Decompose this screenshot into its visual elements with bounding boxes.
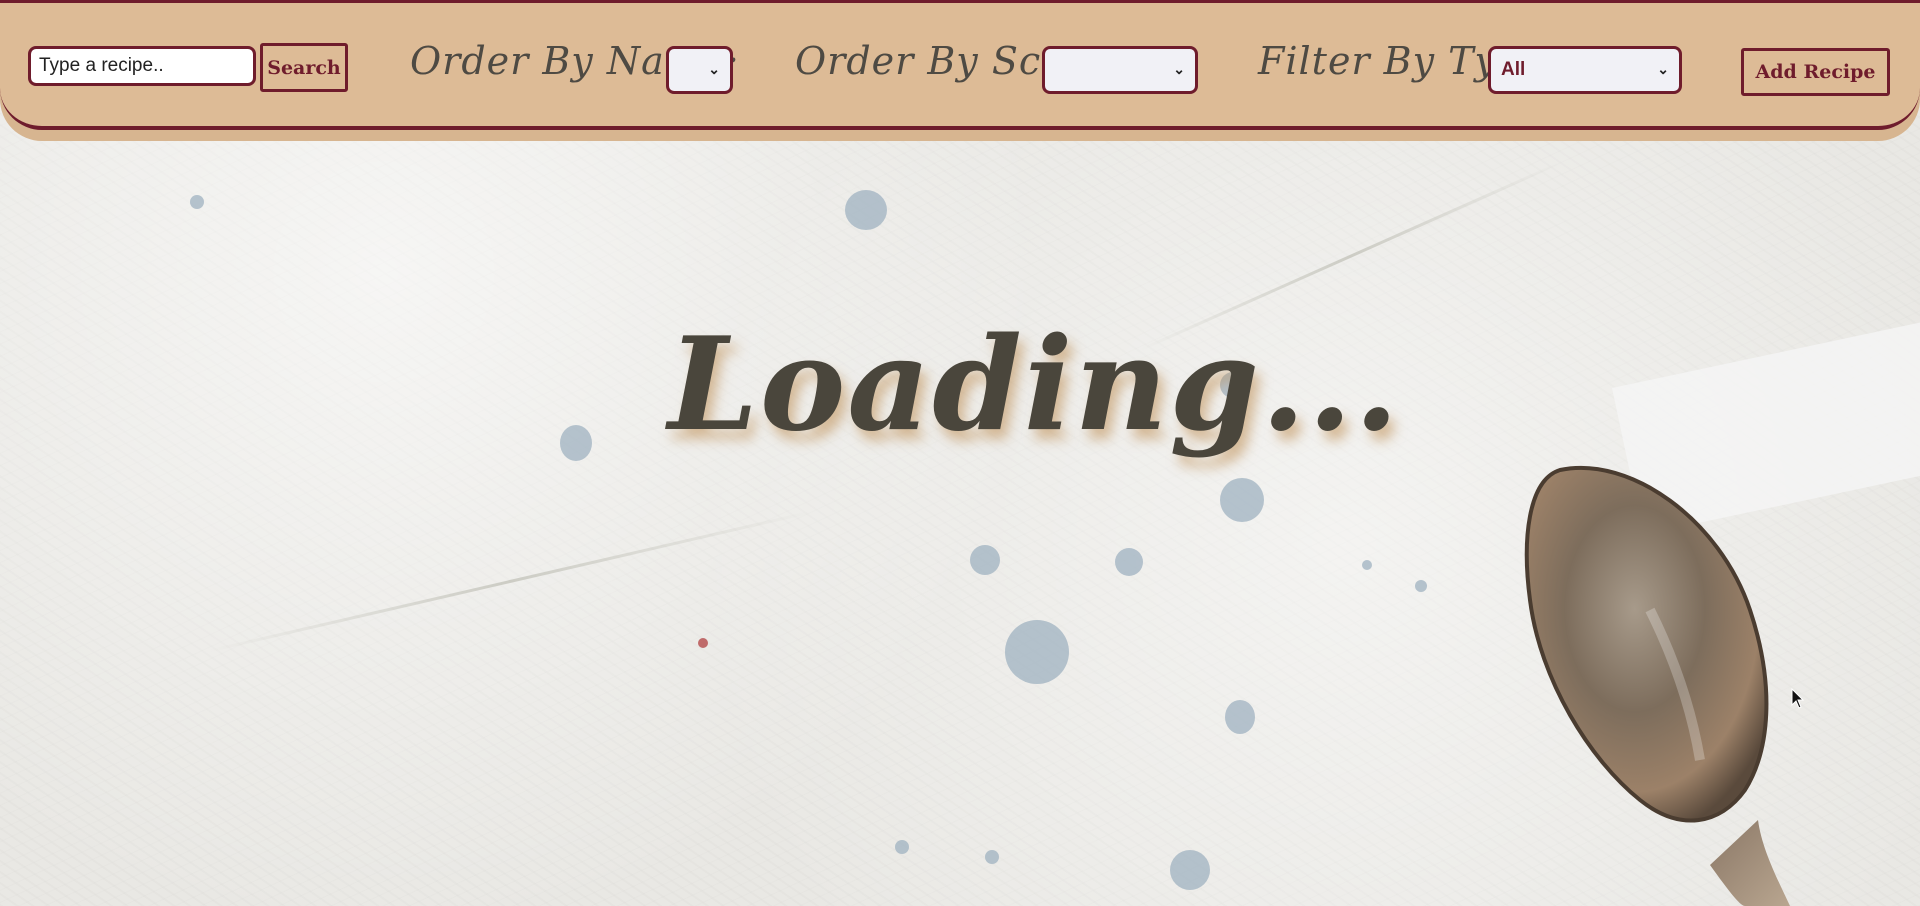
paint-splat	[1415, 580, 1427, 592]
paint-splat	[1225, 700, 1255, 734]
mouse-cursor-icon	[1791, 688, 1805, 709]
order-by-score-select[interactable]: ⌄	[1042, 46, 1198, 94]
order-by-name-select[interactable]: ⌄	[666, 46, 733, 94]
top-navigation-bar: Search Order By Name: ⌄ Order By Score: …	[0, 0, 1920, 130]
paint-splat	[845, 190, 887, 230]
paint-splat	[560, 425, 592, 461]
plaster-streak	[207, 510, 813, 653]
search-button[interactable]: Search	[260, 43, 348, 92]
chevron-down-icon: ⌄	[1173, 61, 1185, 77]
chevron-down-icon: ⌄	[708, 61, 720, 77]
paint-splat	[895, 840, 909, 854]
filter-by-type-select[interactable]: All ⌄	[1488, 46, 1682, 94]
loading-text: Loading...	[668, 310, 1401, 460]
add-recipe-button[interactable]: Add Recipe	[1741, 48, 1890, 96]
paint-splat	[1115, 548, 1143, 576]
paint-splat	[970, 545, 1000, 575]
paint-splat	[1362, 560, 1372, 570]
paint-splat	[1220, 478, 1264, 522]
paint-splat	[1005, 620, 1069, 684]
paint-splat	[190, 195, 204, 209]
filter-by-type-value: All	[1501, 59, 1526, 80]
spoon-image	[1524, 465, 1790, 906]
paint-splat	[1170, 850, 1210, 890]
paint-splat	[698, 638, 708, 648]
chevron-down-icon: ⌄	[1657, 61, 1669, 77]
paint-splat	[985, 850, 999, 864]
search-input[interactable]	[28, 46, 256, 86]
